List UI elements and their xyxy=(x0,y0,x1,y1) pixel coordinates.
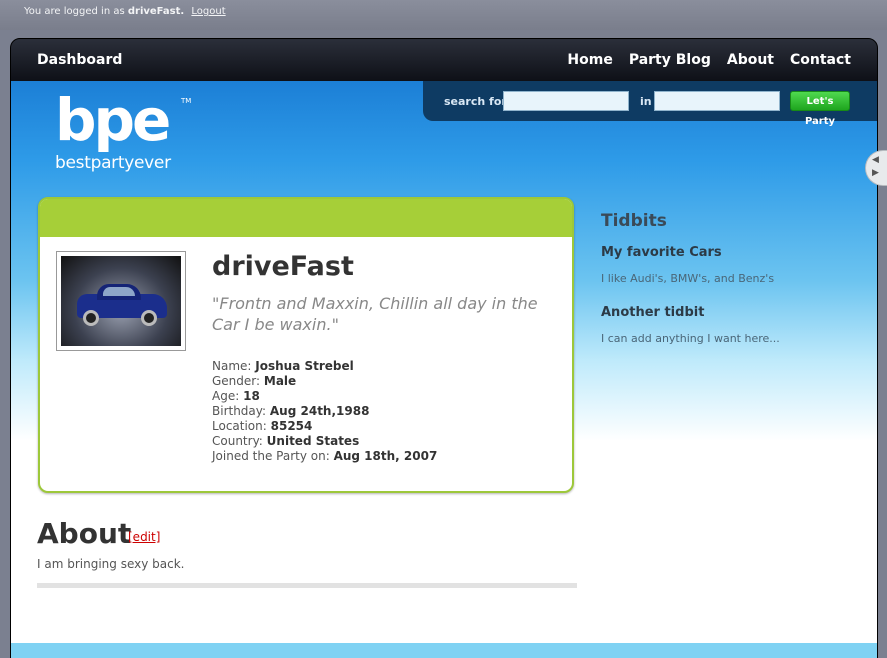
search-bar: search for in Let's Party xyxy=(423,81,877,127)
search-in-label: in xyxy=(640,95,652,108)
login-status-bar: You are logged in as driveFast. Logout xyxy=(0,0,887,30)
about-edit-link[interactable]: [edit] xyxy=(128,530,160,544)
nav-home[interactable]: Home xyxy=(567,52,612,68)
search-for-input[interactable] xyxy=(503,91,629,111)
lets-party-button[interactable]: Let's Party xyxy=(790,91,850,127)
nav-dashboard[interactable]: Dashboard xyxy=(37,52,122,68)
nav-links: Home Party Blog About Contact xyxy=(567,52,851,68)
profile-photo[interactable] xyxy=(56,251,186,351)
detail-row-age: Age: 18 xyxy=(212,389,260,403)
detail-row-birthday: Birthday: Aug 24th,1988 xyxy=(212,404,370,418)
logo-trademark: TM xyxy=(181,97,192,105)
logout-link[interactable]: Logout xyxy=(191,6,225,17)
nav-party-blog[interactable]: Party Blog xyxy=(629,52,711,68)
detail-row-joined: Joined the Party on: Aug 18th, 2007 xyxy=(212,449,438,463)
about-heading: About xyxy=(37,517,132,550)
detail-row-country: Country: United States xyxy=(212,434,360,448)
tidbit-text: I like Audi's, BMW's, and Benz's xyxy=(601,272,775,285)
main-navbar: Dashboard Home Party Blog About Contact xyxy=(11,39,877,81)
login-prefix: You are logged in as xyxy=(24,6,125,17)
tidbit-text: I can add anything I want here... xyxy=(601,332,780,345)
detail-row-name: Name: Joshua Strebel xyxy=(212,359,354,373)
bpe-logo[interactable]: bpe TM bestpartyever xyxy=(55,89,195,189)
tidbit-title: Another tidbit xyxy=(601,305,705,320)
login-username: driveFast. xyxy=(127,6,185,17)
nav-contact[interactable]: Contact xyxy=(790,52,851,68)
site-frame: Dashboard Home Party Blog About Contact … xyxy=(10,38,878,658)
about-text: I am bringing sexy back. xyxy=(37,557,185,571)
profile-card: driveFast "Frontn and Maxxin, Chillin al… xyxy=(38,197,574,493)
tidbits-sidebar: Tidbits My favorite Cars I like Audi's, … xyxy=(601,211,851,345)
detail-row-location: Location: 85254 xyxy=(212,419,313,433)
car-image xyxy=(61,256,181,346)
about-divider xyxy=(37,583,577,588)
scroll-left-icon: ◀ xyxy=(872,155,879,165)
nav-about[interactable]: About xyxy=(727,52,774,68)
footer-strip xyxy=(11,643,877,658)
scroll-right-icon: ▶ xyxy=(872,168,879,178)
detail-row-gender: Gender: Male xyxy=(212,374,297,388)
logo-mark: bpe xyxy=(55,86,171,154)
profile-name: driveFast xyxy=(212,251,354,282)
search-for-label: search for xyxy=(444,95,507,108)
tidbits-heading: Tidbits xyxy=(601,211,667,231)
profile-quote: "Frontn and Maxxin, Chillin all day in t… xyxy=(212,294,538,334)
logo-wordmark: bestpartyever xyxy=(55,153,171,173)
page-content: search for in Let's Party bpe TM bestpar… xyxy=(11,81,877,658)
tidbit-title: My favorite Cars xyxy=(601,245,722,260)
profile-details: Name: Joshua Strebel Gender: Male Age: 1… xyxy=(212,359,437,464)
search-in-input[interactable] xyxy=(654,91,780,111)
profile-card-header xyxy=(40,199,572,237)
